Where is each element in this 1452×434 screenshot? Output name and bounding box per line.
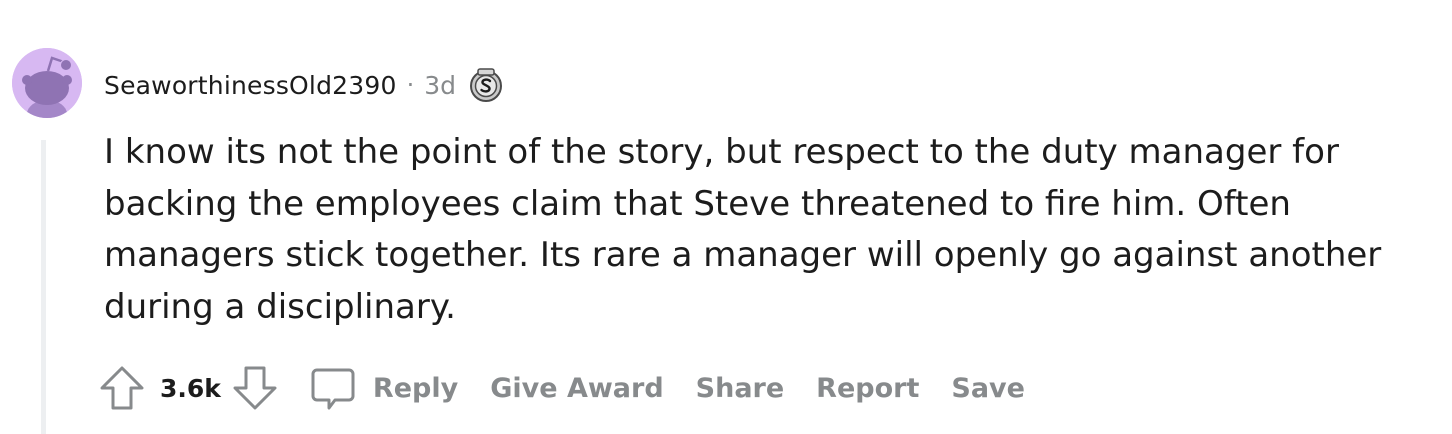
avatar[interactable] <box>12 48 82 118</box>
thread-line[interactable] <box>41 140 46 434</box>
timestamp[interactable]: 3d <box>424 71 456 100</box>
reply-button[interactable]: Reply <box>373 373 458 404</box>
comment-bubble-icon[interactable] <box>309 364 357 412</box>
comment-body: I know its not the point of the story, b… <box>104 132 1382 327</box>
snoo-avatar-icon <box>12 48 82 118</box>
share-button[interactable]: Share <box>696 373 785 404</box>
separator-dot: · <box>406 71 415 99</box>
silver-award-icon[interactable] <box>468 67 504 103</box>
report-button[interactable]: Report <box>816 373 919 404</box>
comment-header: SeaworthinessOld2390 · 3d <box>104 66 504 104</box>
save-button[interactable]: Save <box>951 373 1025 404</box>
comment-actions: 3.6k Reply Give Award Share Report Save <box>98 360 1025 416</box>
vote-count: 3.6k <box>160 373 221 403</box>
username[interactable]: SeaworthinessOld2390 <box>104 71 397 100</box>
downvote-arrow-icon[interactable] <box>231 364 279 412</box>
give-award-button[interactable]: Give Award <box>490 373 663 404</box>
upvote-arrow-icon[interactable] <box>98 364 146 412</box>
